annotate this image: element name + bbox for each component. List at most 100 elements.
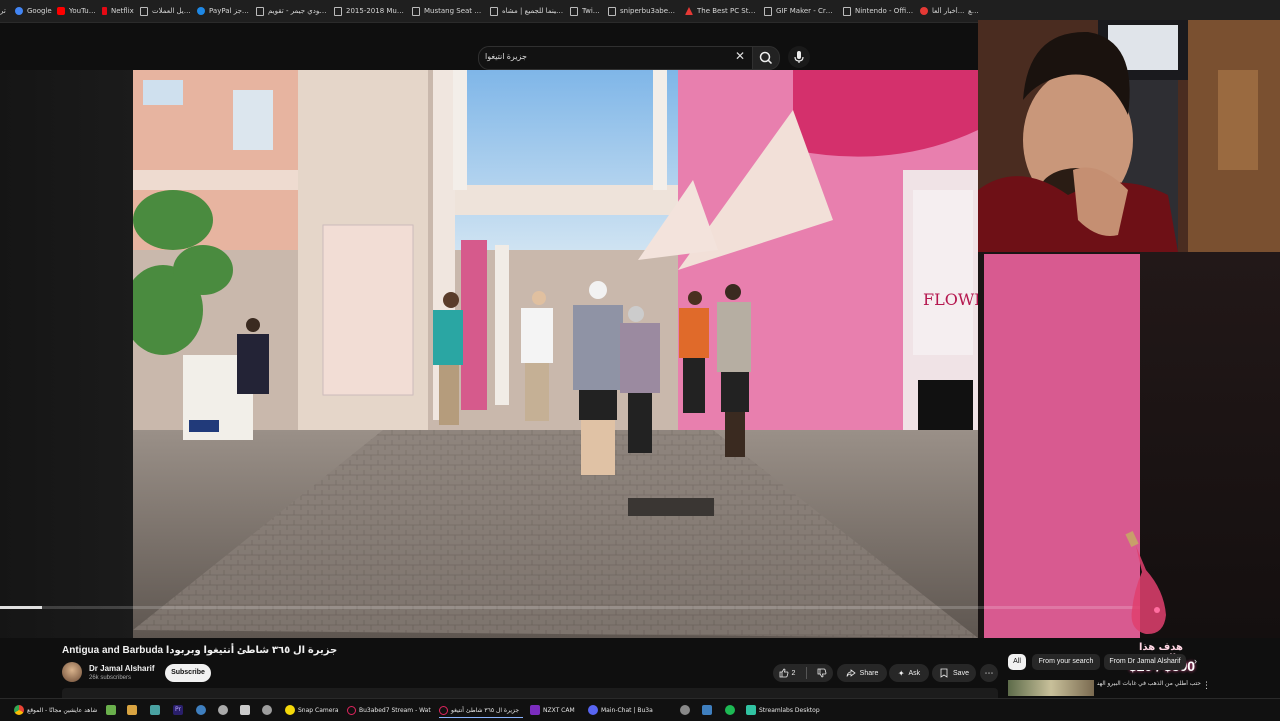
bookmark-item[interactable]: أخبار ألعا... — [920, 4, 966, 18]
bookmarks-list: تر Google YouTube Netflix تحويل العملات … — [0, 4, 978, 18]
bookmark-item[interactable]: YouTube — [57, 4, 97, 18]
ask-button[interactable]: ✦ Ask — [889, 664, 929, 682]
app-icon — [262, 705, 272, 715]
news-icon — [920, 7, 928, 15]
bookmark-label: Netflix — [111, 7, 134, 15]
taskbar-item-steam[interactable] — [196, 703, 208, 717]
bookmark-item[interactable]: Twitch — [570, 4, 602, 18]
app-icon — [150, 705, 160, 715]
like-dislike-control[interactable]: 2 — [773, 664, 833, 682]
thumbs-up-icon — [779, 668, 788, 678]
channel-avatar[interactable] — [62, 662, 82, 682]
taskbar-item-premiere[interactable]: Pr — [173, 703, 185, 717]
filter-chip-all[interactable]: All — [1008, 654, 1026, 670]
page-icon — [140, 6, 148, 16]
like-button[interactable]: 2 — [779, 668, 795, 678]
taskbar-item[interactable] — [150, 703, 162, 717]
bookmark-label: أخبار ألعا... — [932, 7, 965, 15]
bookmark-item[interactable]: Netflix — [102, 4, 134, 18]
steam-icon — [196, 705, 206, 715]
bookmark-label: سعودي جيمر - تقويم... — [268, 7, 328, 15]
recommended-video-title[interactable]: حتب أطلي من الذهب في غابات البيرو الهندي… — [1097, 680, 1201, 688]
taskbar-item[interactable] — [218, 703, 230, 717]
more-actions-button[interactable]: ⋯ — [980, 664, 998, 682]
paypal-icon — [197, 7, 205, 15]
bookmark-label: Nintendo - Official... — [855, 7, 915, 15]
more-vertical-icon[interactable]: ⋮ — [1202, 680, 1211, 691]
taskbar-item-snap-camera[interactable]: Snap Camera — [285, 703, 339, 717]
netflix-icon — [102, 7, 107, 15]
bookmark-item[interactable]: sniperbu3abed7 -... — [608, 4, 678, 18]
taskbar-item[interactable] — [127, 703, 139, 717]
taskbar-item[interactable] — [106, 703, 118, 717]
bookmark-label: موقع — [968, 7, 978, 15]
description-box[interactable] — [62, 688, 998, 698]
clear-search-icon[interactable]: ✕ — [733, 49, 747, 63]
taskbar-item-label: Snap Camera — [298, 706, 339, 714]
progress-bar-track[interactable] — [0, 606, 1140, 609]
video-frame[interactable]: KENZO FLOWER — [133, 70, 978, 638]
taskbar-item-stream[interactable]: Bu3abed7 Stream - Wat — [347, 703, 431, 717]
taskbar-item[interactable] — [262, 703, 274, 717]
save-button[interactable]: Save — [932, 664, 976, 682]
bookmark-item[interactable]: السينما للجميع | مشاه... — [490, 4, 564, 18]
taskbar-item-label: جزيرة ال ٣٦٥ شاطئ أنتيغو — [451, 706, 520, 714]
taskbar-item[interactable] — [680, 703, 692, 717]
search-button[interactable] — [752, 46, 780, 70]
app-icon — [127, 705, 137, 715]
bookmark-item[interactable]: تحويل العملات — [140, 4, 192, 18]
taskbar-item-spotify[interactable] — [725, 703, 737, 717]
taskbar-item-chrome[interactable]: شاهد عايشين مجانًا - الموقع — [14, 703, 98, 717]
bookmark-label: The Best PC Store... — [697, 7, 757, 15]
webcam-overlay — [978, 20, 1280, 252]
store-icon — [685, 7, 693, 15]
streamlabs-icon — [746, 705, 756, 715]
thumbs-down-icon[interactable] — [817, 668, 827, 678]
recommended-video-thumbnail[interactable] — [1008, 680, 1094, 696]
microphone-icon — [794, 51, 804, 63]
channel-name[interactable]: Dr Jamal Alsharif — [89, 664, 155, 673]
taskbar-item-discord[interactable]: Main-Chat | Bu3a — [588, 703, 672, 717]
taskbar-item[interactable] — [240, 703, 252, 717]
bookmark-item[interactable]: Mustang Seat Belt... — [412, 4, 484, 18]
progress-bar-fill — [0, 606, 43, 609]
taskbar-item-streamlabs[interactable]: Streamlabs Desktop — [746, 703, 822, 717]
bookmark-item[interactable]: Google — [15, 4, 53, 18]
bookmark-item[interactable]: موقع — [968, 4, 978, 18]
save-playlist-icon — [940, 668, 948, 678]
subscribe-button[interactable]: Subscribe — [165, 664, 211, 682]
video-player[interactable]: KENZO FLOWER — [0, 70, 1140, 638]
page-icon — [843, 6, 851, 16]
share-label: Share — [859, 669, 879, 677]
video-letterbox-left — [0, 70, 133, 638]
taskbar-item-nzxt-cam[interactable]: NZXT CAM — [530, 703, 580, 717]
bookmark-item[interactable]: The Best PC Store... — [685, 4, 757, 18]
voice-search-button[interactable] — [788, 46, 810, 68]
taskbar-item-label: Bu3abed7 Stream - Wat — [359, 706, 431, 714]
bookmark-item[interactable]: 2015-2018 Mustan... — [334, 4, 406, 18]
page-icon — [764, 6, 772, 16]
taskbar-item-label: NZXT CAM — [543, 706, 575, 714]
page-icon — [412, 6, 420, 16]
bookmark-label: GIF Maker - Creat... — [776, 7, 836, 15]
search-input[interactable]: جزيرة انتيغوا — [478, 46, 753, 70]
bookmark-item[interactable]: تر — [0, 4, 10, 18]
youtube-icon — [57, 7, 65, 15]
bookmark-item[interactable]: GIF Maker - Creat... — [764, 4, 836, 18]
taskbar-item-label: Main-Chat | Bu3a — [601, 706, 653, 714]
share-button[interactable]: Share — [837, 664, 887, 682]
search-icon — [759, 51, 773, 65]
spotify-icon — [725, 705, 735, 715]
bookmark-item[interactable]: PayPal الموجز — [197, 4, 251, 18]
sparkle-icon: ✦ — [897, 668, 905, 678]
chevron-right-icon[interactable]: › — [1194, 656, 1197, 666]
taskbar-item[interactable] — [702, 703, 714, 717]
bookmark-item[interactable]: سعودي جيمر - تقويم... — [256, 4, 328, 18]
bookmark-label: 2015-2018 Mustan... — [346, 7, 406, 15]
taskbar-item-youtube-video[interactable]: جزيرة ال ٣٦٥ شاطئ أنتيغو — [439, 703, 523, 718]
bookmark-item[interactable]: Nintendo - Official... — [843, 4, 915, 18]
filter-chip-from-search[interactable]: From your search — [1032, 654, 1100, 670]
bookmark-label: Mustang Seat Belt... — [424, 7, 484, 15]
filter-chip-from-channel[interactable]: From Dr Jamal Alsharif — [1104, 654, 1186, 670]
search-bar: جزيرة انتيغوا ✕ — [0, 44, 978, 70]
